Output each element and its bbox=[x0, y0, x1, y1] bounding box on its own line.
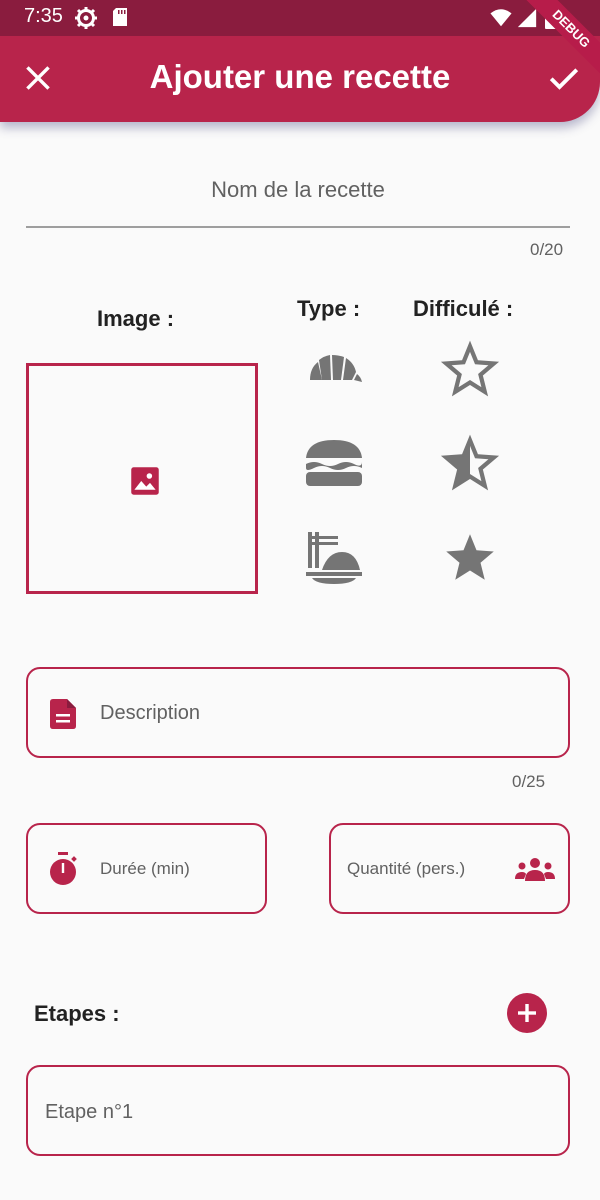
add-step-button[interactable] bbox=[507, 993, 547, 1033]
add-circle-icon bbox=[518, 1004, 536, 1022]
check-icon[interactable] bbox=[546, 60, 582, 96]
burger-icon[interactable] bbox=[302, 436, 366, 492]
description-counter: 0/25 bbox=[512, 772, 546, 791]
recipe-name-input[interactable] bbox=[26, 160, 570, 220]
image-icon bbox=[131, 467, 159, 495]
people-icon bbox=[515, 858, 555, 881]
quantity-input[interactable] bbox=[347, 852, 507, 886]
description-input[interactable] bbox=[100, 695, 540, 731]
timer-icon bbox=[50, 852, 77, 885]
duration-input[interactable] bbox=[100, 852, 250, 886]
steps-label: Etapes : bbox=[34, 1001, 120, 1026]
wifi-icon bbox=[490, 9, 512, 27]
app-bar: Ajouter une recette bbox=[0, 36, 600, 122]
step-input[interactable] bbox=[45, 1094, 545, 1130]
recipe-name-field bbox=[26, 160, 570, 228]
croissant-icon[interactable] bbox=[302, 342, 366, 398]
duration-field bbox=[26, 823, 267, 914]
status-bar: 7:35 bbox=[0, 0, 600, 36]
image-label: Image : bbox=[97, 306, 175, 331]
dish-icon[interactable] bbox=[302, 530, 366, 586]
gear-icon bbox=[75, 7, 97, 29]
add-recipe-screen: 7:35 DEBUG Ajouter une recette Nom de la… bbox=[0, 0, 600, 1200]
star-half-icon[interactable] bbox=[440, 434, 500, 494]
signal-icon bbox=[517, 8, 537, 28]
type-label: Type : bbox=[297, 296, 361, 321]
difficulty-label: Difficulé : bbox=[413, 296, 514, 321]
image-picker[interactable] bbox=[26, 363, 258, 594]
star-full-icon[interactable] bbox=[440, 528, 500, 588]
sd-card-icon bbox=[113, 8, 127, 26]
status-time: 7:35 bbox=[24, 5, 63, 27]
document-icon bbox=[50, 699, 76, 729]
star-outline-icon[interactable] bbox=[440, 340, 500, 400]
page-title: Ajouter une recette bbox=[149, 58, 451, 95]
step-field bbox=[26, 1065, 570, 1156]
recipe-name-counter: 0/20 bbox=[530, 240, 564, 259]
quantity-field bbox=[329, 823, 570, 914]
description-field bbox=[26, 667, 570, 758]
